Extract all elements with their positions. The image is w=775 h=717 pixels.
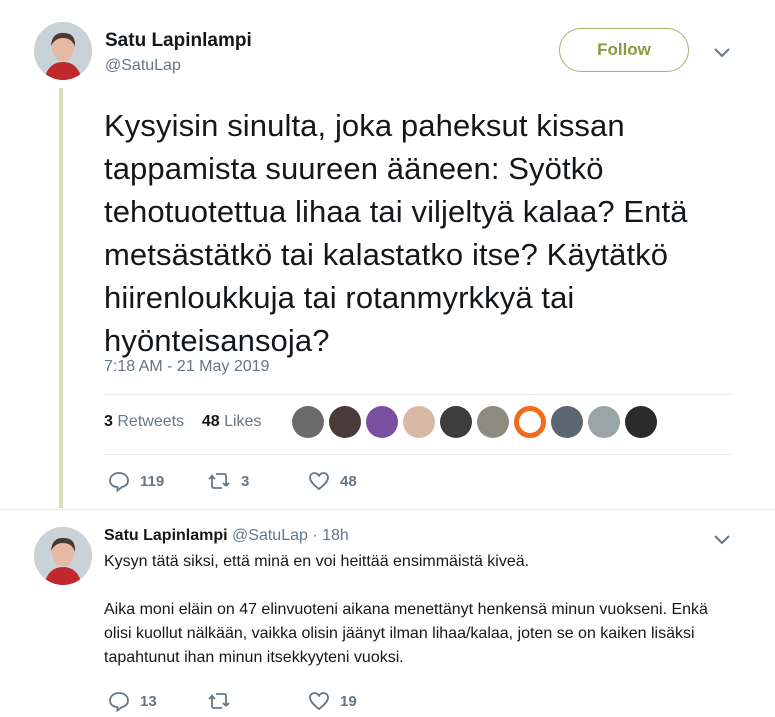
tweet-timestamp[interactable]: 7:18 AM - 21 May 2019 — [104, 358, 269, 376]
follow-button[interactable]: Follow — [559, 28, 689, 72]
retweet-icon — [208, 473, 230, 489]
like-action[interactable]: 48 — [308, 470, 357, 492]
liker-avatars — [292, 406, 657, 438]
divider — [104, 394, 732, 395]
reply-icon — [109, 692, 129, 712]
heart-icon — [309, 472, 329, 491]
reply-menu-chevron-icon[interactable] — [713, 533, 731, 551]
liker-avatar[interactable] — [625, 406, 657, 438]
reply-action[interactable]: 119 — [108, 470, 164, 492]
reply-count: 119 — [140, 472, 165, 490]
reply-reply-action[interactable]: 13 — [108, 690, 157, 712]
reply-retweet-action[interactable] — [207, 690, 241, 712]
retweets-label: Retweets — [117, 413, 185, 430]
likes-stat[interactable]: 48 Likes — [202, 413, 262, 430]
reply-like-action[interactable]: 19 — [308, 690, 357, 712]
liker-avatar[interactable] — [292, 406, 324, 438]
reply-text: Kysyn tätä siksi, että minä en voi heitt… — [104, 550, 734, 670]
retweet-icon — [208, 693, 230, 709]
author-handle[interactable]: @SatuLap — [105, 57, 181, 75]
likes-count: 48 — [201, 413, 220, 430]
retweet-count: 3 — [241, 472, 250, 490]
reply-age[interactable]: 18h — [322, 527, 349, 544]
divider — [0, 509, 775, 510]
retweet-action[interactable]: 3 — [207, 470, 249, 492]
reply-separator: · — [312, 527, 318, 544]
liker-avatar[interactable] — [329, 406, 361, 438]
liker-avatar[interactable] — [366, 406, 398, 438]
reply-reply-count: 13 — [140, 692, 157, 710]
retweets-stat[interactable]: 3 Retweets — [104, 413, 184, 430]
tweet-text: Kysyisin sinulta, joka paheksut kissan t… — [104, 108, 688, 358]
liker-avatar[interactable] — [551, 406, 583, 438]
author-avatar[interactable] — [34, 22, 92, 80]
divider — [104, 454, 732, 455]
author-name[interactable]: Satu Lapinlampi — [105, 30, 252, 52]
reply-icon — [109, 472, 129, 492]
reply-author-handle[interactable]: @SatuLap — [232, 527, 308, 544]
liker-avatar[interactable] — [588, 406, 620, 438]
liker-avatar[interactable] — [403, 406, 435, 438]
like-count: 48 — [340, 472, 357, 490]
heart-icon — [309, 692, 329, 711]
reply-like-count: 19 — [340, 692, 357, 710]
retweets-count: 3 — [104, 413, 113, 430]
tweet-menu-chevron-icon[interactable] — [713, 46, 731, 64]
liker-avatar[interactable] — [514, 406, 546, 438]
reply-header: Satu Lapinlampi @SatuLap · 18h — [104, 527, 349, 545]
liker-avatar[interactable] — [440, 406, 472, 438]
reply-paragraph-2: Aika moni eläin on 47 elinvuoteni aikana… — [104, 601, 708, 666]
reply-paragraph-1: Kysyn tätä siksi, että minä en voi heitt… — [104, 553, 530, 570]
thread-connector-line — [59, 88, 63, 508]
reply-author-name[interactable]: Satu Lapinlampi — [104, 527, 228, 544]
liker-avatar[interactable] — [477, 406, 509, 438]
likes-label: Likes — [224, 413, 262, 430]
reply-author-avatar[interactable] — [34, 527, 92, 585]
engagement-stats: 3 Retweets 48 Likes — [104, 413, 261, 431]
